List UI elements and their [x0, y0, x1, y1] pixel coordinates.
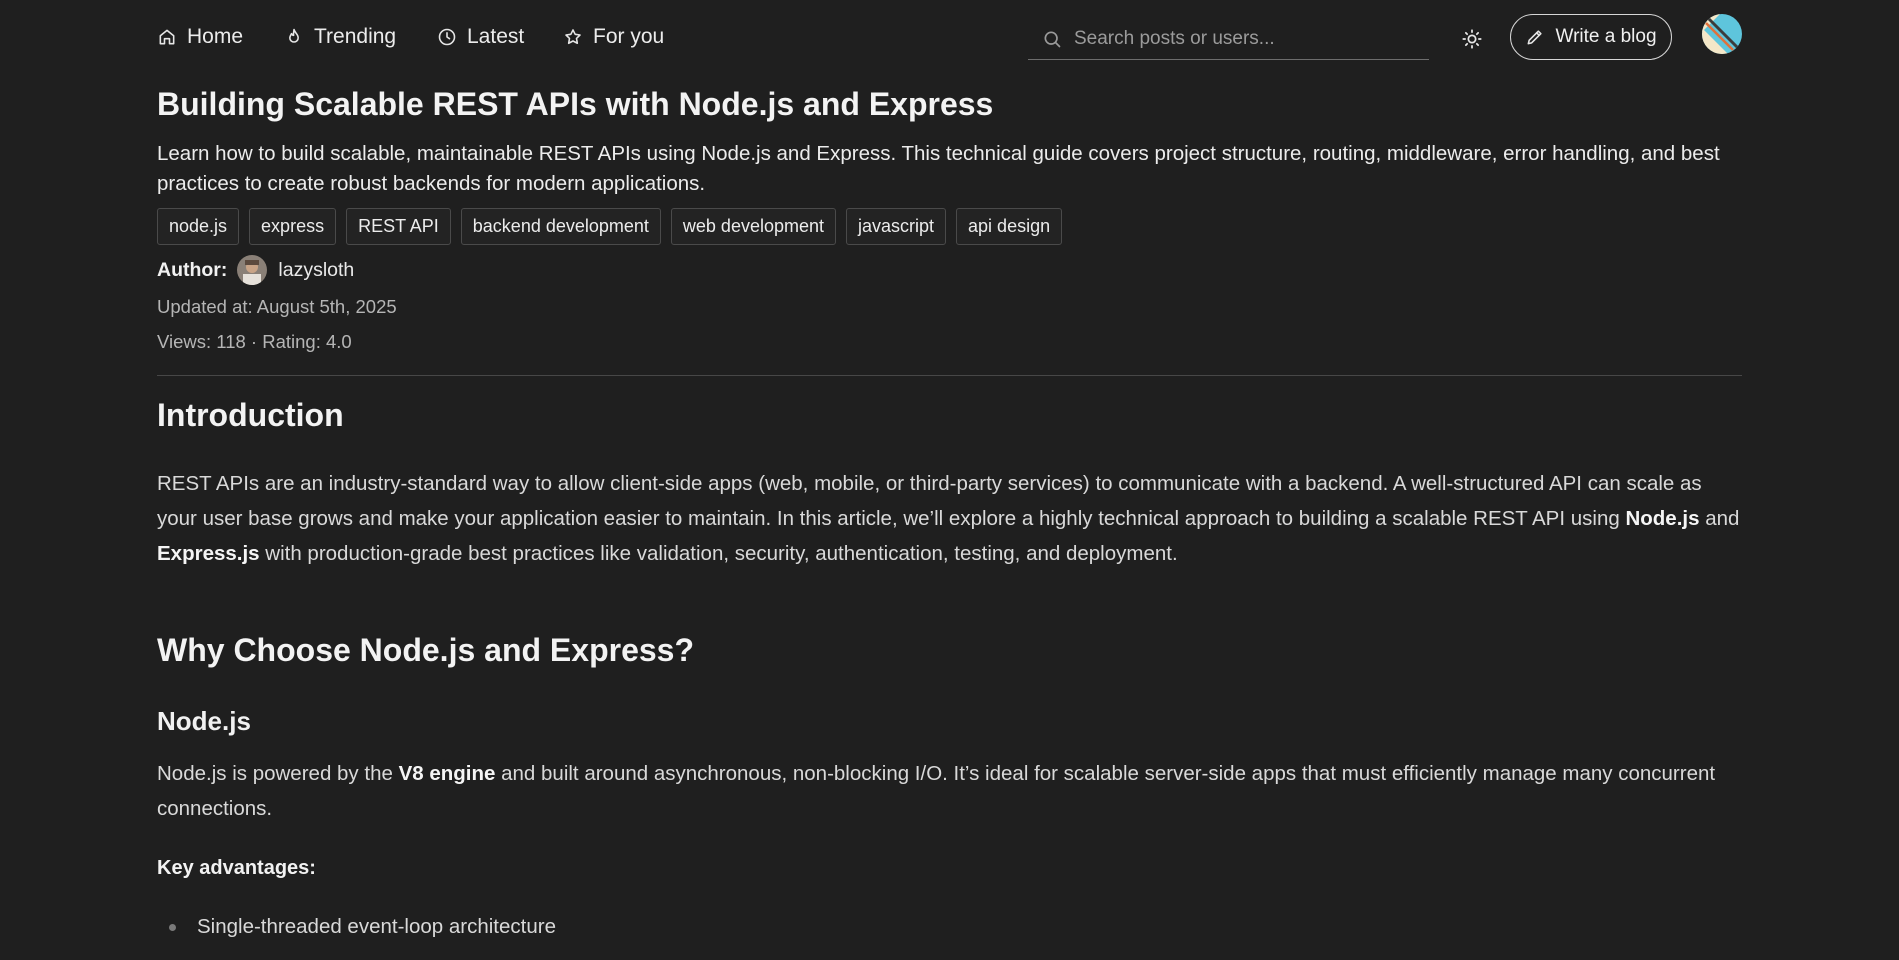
key-advantages-label: Key advantages:	[157, 857, 316, 879]
nodejs-paragraph: Node.js is powered by the V8 engine and …	[157, 756, 1747, 826]
bullet-icon	[169, 923, 176, 931]
pencil-icon	[1528, 30, 1543, 45]
tag-chip[interactable]: REST API	[346, 208, 451, 245]
search-input[interactable]	[1074, 27, 1394, 50]
nodejs-bold-v8: V8 engine	[398, 762, 496, 785]
nav-home-link[interactable]: Home	[157, 24, 243, 50]
search-box	[1028, 18, 1429, 60]
tag-chip[interactable]: backend development	[460, 208, 661, 245]
top-navbar: Home Trending Latest For you Write a blo…	[157, 14, 1742, 60]
intro-heading: Introduction	[157, 397, 344, 433]
why-heading: Why Choose Node.js and Express?	[157, 632, 694, 668]
write-blog-button[interactable]: Write a blog	[1510, 14, 1672, 60]
tag-chip[interactable]: express	[249, 208, 337, 245]
intro-bold-expressjs: Express.js	[157, 542, 260, 565]
clock-icon	[438, 28, 456, 46]
star-icon	[565, 29, 581, 45]
intro-text-2: and	[1699, 507, 1740, 530]
post-description: Learn how to build scalable, maintainabl…	[157, 142, 1720, 195]
author-label: Author:	[157, 258, 228, 281]
list-item: Single-threaded event-loop architecture	[169, 915, 556, 939]
sun-icon	[1462, 29, 1482, 49]
nav-home-label: Home	[187, 25, 244, 48]
user-avatar[interactable]	[1702, 14, 1742, 54]
flame-icon	[289, 28, 299, 43]
search-icon	[1044, 31, 1061, 47]
tag-chip[interactable]: node.js	[157, 208, 240, 245]
author-name-link[interactable]: lazysloth	[278, 259, 354, 282]
post-title: Building Scalable REST APIs with Node.js…	[157, 86, 994, 122]
nav-trending-link[interactable]: Trending	[284, 24, 396, 50]
home-icon	[159, 29, 175, 45]
updated-date: Updated at: August 5th, 2025	[157, 296, 397, 317]
intro-bold-nodejs: Node.js	[1625, 507, 1700, 530]
author-row: Author: lazysloth	[157, 255, 354, 285]
nav-foryou-link[interactable]: For you	[563, 24, 664, 50]
header-divider	[157, 375, 1742, 376]
tag-chip[interactable]: javascript	[846, 208, 947, 245]
nodejs-heading: Node.js	[157, 706, 251, 736]
post-stats: Views: 118 · Rating: 4.0	[157, 331, 352, 352]
author-avatar[interactable]	[237, 255, 268, 285]
intro-text-3: with production-grade best practices lik…	[259, 542, 1178, 565]
nav-latest-label: Latest	[467, 25, 525, 48]
intro-paragraph: REST APIs are an industry-standard way t…	[157, 466, 1747, 571]
intro-text-1: REST APIs are an industry-standard way t…	[157, 472, 1702, 530]
tag-chip[interactable]: web development	[670, 208, 836, 245]
nav-trending-label: Trending	[314, 25, 397, 48]
nav-foryou-label: For you	[593, 25, 665, 48]
tag-list: node.js express REST API backend develop…	[157, 208, 1063, 245]
write-blog-label: Write a blog	[1555, 26, 1657, 47]
tag-chip[interactable]: api design	[956, 208, 1063, 245]
nav-latest-link[interactable]: Latest	[437, 24, 524, 50]
theme-toggle-button[interactable]	[1457, 24, 1487, 54]
list-item-text: Single-threaded event-loop architecture	[197, 915, 556, 938]
nodejs-text-1: Node.js is powered by the	[157, 762, 399, 785]
